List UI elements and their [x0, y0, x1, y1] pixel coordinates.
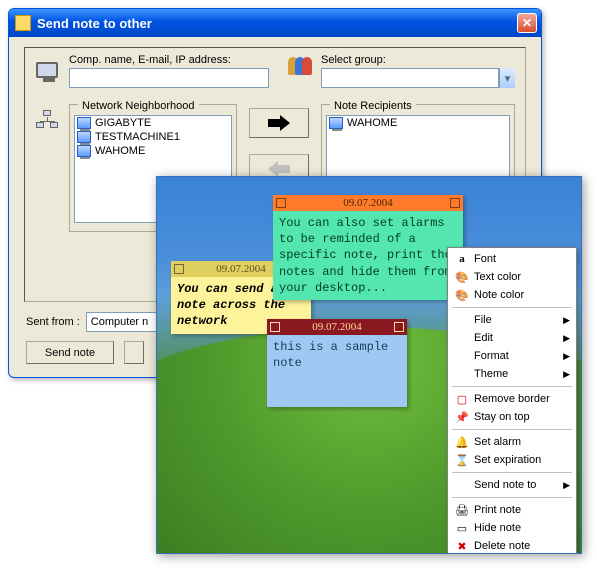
- menu-stay-on-top[interactable]: 📌Stay on top: [450, 408, 574, 426]
- group-dropdown-arrow[interactable]: ▾: [499, 68, 515, 88]
- menu-separator: [452, 307, 572, 308]
- window-title: Send note to other: [37, 16, 517, 31]
- secondary-button[interactable]: [124, 341, 144, 364]
- menu-edit[interactable]: Edit▶: [450, 329, 574, 347]
- menu-format[interactable]: Format▶: [450, 347, 574, 365]
- submenu-arrow-icon: ▶: [563, 333, 570, 344]
- hide-icon: ▭: [454, 520, 470, 536]
- arrow-left-icon: [266, 161, 292, 177]
- note-menu-icon[interactable]: [276, 198, 286, 208]
- note-menu-icon[interactable]: [270, 322, 280, 332]
- print-icon: 🖨: [454, 502, 470, 518]
- comp-label: Comp. name, E-mail, IP address:: [69, 54, 269, 66]
- note-body[interactable]: this is a sample note: [267, 335, 407, 407]
- note-close-icon[interactable]: [450, 198, 460, 208]
- menu-text-color[interactable]: 🎨Text color: [450, 268, 574, 286]
- remove-border-icon: ▢: [454, 391, 470, 407]
- computer-icon: [329, 117, 343, 129]
- desktop: 09.07.2004 You can send any note across …: [156, 176, 582, 554]
- font-icon: a: [454, 251, 470, 267]
- recipients-header: Note Recipients: [330, 101, 416, 112]
- submenu-arrow-icon: ▶: [563, 351, 570, 362]
- menu-delete-note[interactable]: ✖Delete note: [450, 537, 574, 554]
- note-menu-icon[interactable]: [174, 264, 184, 274]
- menu-remove-border[interactable]: ▢Remove border: [450, 390, 574, 408]
- submenu-arrow-icon: ▶: [563, 369, 570, 380]
- expiration-icon: ⌛: [454, 452, 470, 468]
- list-item[interactable]: WAHOME: [327, 116, 509, 130]
- context-menu: aFont 🎨Text color 🎨Note color File▶ Edit…: [447, 247, 577, 554]
- close-button[interactable]: ✕: [517, 13, 537, 33]
- computer-icon: [77, 145, 91, 157]
- menu-separator: [452, 386, 572, 387]
- menu-send-note-to[interactable]: Send note to▶: [450, 476, 574, 494]
- computer-icon: [77, 117, 91, 129]
- submenu-arrow-icon: ▶: [563, 480, 570, 491]
- sent-from-label: Sent from :: [26, 316, 80, 328]
- network-header: Network Neighborhood: [78, 101, 199, 112]
- menu-set-expiration[interactable]: ⌛Set expiration: [450, 451, 574, 469]
- group-label: Select group:: [321, 54, 515, 66]
- menu-separator: [452, 472, 572, 473]
- group-select[interactable]: [321, 68, 499, 88]
- arrow-right-icon: [266, 115, 292, 131]
- note-app-icon: [15, 15, 31, 31]
- menu-separator: [452, 497, 572, 498]
- menu-font[interactable]: aFont: [450, 250, 574, 268]
- comp-input[interactable]: [69, 68, 269, 88]
- submenu-arrow-icon: ▶: [563, 315, 570, 326]
- delete-icon: ✖: [454, 538, 470, 554]
- list-item[interactable]: TESTMACHINE1: [75, 130, 231, 144]
- menu-file[interactable]: File▶: [450, 311, 574, 329]
- menu-theme[interactable]: Theme▶: [450, 365, 574, 383]
- note-header[interactable]: 09.07.2004: [273, 195, 463, 211]
- add-recipient-button[interactable]: [249, 108, 309, 138]
- sticky-note-blue[interactable]: 09.07.2004 this is a sample note: [267, 319, 407, 407]
- note-header[interactable]: 09.07.2004: [267, 319, 407, 335]
- computer-icon: [77, 131, 91, 143]
- sticky-note-green[interactable]: 09.07.2004 You can also set alarms to be…: [273, 195, 463, 300]
- menu-note-color[interactable]: 🎨Note color: [450, 286, 574, 304]
- note-close-icon[interactable]: [394, 322, 404, 332]
- menu-hide-note[interactable]: ▭Hide note: [450, 519, 574, 537]
- people-icon: [287, 52, 315, 80]
- computer-icon: [33, 56, 61, 84]
- note-date: 09.07.2004: [343, 197, 393, 209]
- send-note-button[interactable]: Send note: [26, 341, 114, 364]
- menu-set-alarm[interactable]: 🔔Set alarm: [450, 433, 574, 451]
- menu-print-note[interactable]: 🖨Print note: [450, 501, 574, 519]
- list-item[interactable]: WAHOME: [75, 144, 231, 158]
- text-color-icon: 🎨: [454, 269, 470, 285]
- alarm-icon: 🔔: [454, 434, 470, 450]
- note-date: 09.07.2004: [312, 321, 362, 333]
- note-body[interactable]: You can also set alarms to be reminded o…: [273, 211, 463, 300]
- titlebar[interactable]: Send note to other ✕: [9, 9, 541, 37]
- note-date: 09.07.2004: [216, 263, 266, 275]
- list-item[interactable]: GIGABYTE: [75, 116, 231, 130]
- menu-separator: [452, 429, 572, 430]
- network-icon: [33, 106, 61, 134]
- pin-icon: 📌: [454, 409, 470, 425]
- note-color-icon: 🎨: [454, 287, 470, 303]
